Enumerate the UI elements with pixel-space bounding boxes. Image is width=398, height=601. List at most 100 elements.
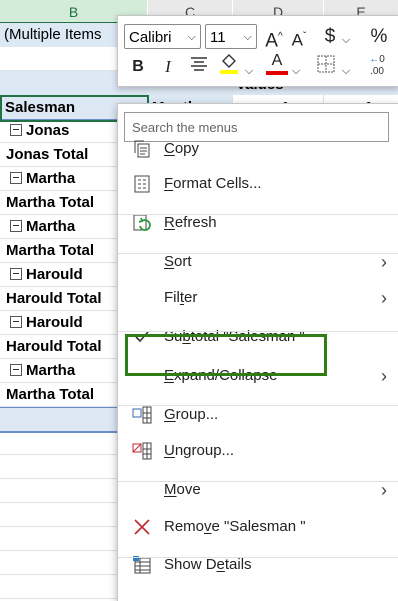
chevron-right-icon: › xyxy=(381,252,387,272)
menu-item-refresh[interactable]: Refresh xyxy=(118,206,398,240)
filter-cell[interactable]: (Multiple Items xyxy=(4,23,102,47)
collapse-icon[interactable] xyxy=(10,316,22,328)
pivot-row-name[interactable]: Martha xyxy=(10,359,75,383)
font-color-letter: A xyxy=(271,52,283,69)
label-text: tails xyxy=(224,556,252,573)
label-text: opy xyxy=(174,140,200,157)
format-cells-icon xyxy=(132,174,152,194)
chevron-right-icon: › xyxy=(381,366,387,386)
collapse-icon[interactable] xyxy=(10,172,22,184)
pivot-row-label: Martha Total xyxy=(6,194,95,211)
collapse-icon[interactable] xyxy=(10,220,22,232)
font-name-value: Calibri xyxy=(129,29,172,46)
chevron-down-icon[interactable]: ⌵ xyxy=(244,25,252,50)
access-key: U xyxy=(164,442,175,459)
group-icon xyxy=(132,405,152,425)
borders-icon[interactable] xyxy=(316,55,336,80)
font-size-box[interactable]: 11 ⌵ xyxy=(205,24,257,49)
access-key: C xyxy=(164,140,175,157)
pivot-row-label: Jonas Total xyxy=(6,146,89,163)
pivot-row-total[interactable]: Jonas Total xyxy=(6,143,88,167)
salesman-header[interactable]: Salesman xyxy=(5,96,75,120)
menu-item-sort[interactable]: Sort › xyxy=(118,245,398,279)
pivot-row-name[interactable]: Martha xyxy=(10,167,75,191)
italic-icon[interactable]: I xyxy=(158,55,178,79)
pivot-row-label: Jonas xyxy=(26,122,70,139)
menu-item-group[interactable]: Group... xyxy=(118,398,398,432)
pivot-row-label: Martha xyxy=(26,218,76,235)
menu-separator xyxy=(118,331,398,332)
menu-item-label: Move xyxy=(164,473,201,507)
shrink-font-icon[interactable]: Aˇ xyxy=(288,25,310,53)
font-name-box[interactable]: Calibri ⌵ xyxy=(124,24,201,49)
refresh-icon xyxy=(132,213,152,233)
menu-item-label: Refresh xyxy=(164,206,217,240)
menu-item-label: Remove "Salesman " xyxy=(164,510,306,544)
menu-item-label: Ungroup... xyxy=(164,434,234,468)
font-size-value: 11 xyxy=(210,29,226,46)
collapse-icon[interactable] xyxy=(10,364,22,376)
menu-separator xyxy=(118,557,398,558)
pivot-row-label: Harould xyxy=(26,266,83,283)
collapse-icon[interactable] xyxy=(10,124,22,136)
pivot-row-name[interactable]: Martha xyxy=(10,215,75,239)
menu-item-copy[interactable]: Copy xyxy=(118,132,398,166)
pivot-row-label: Martha xyxy=(26,362,76,379)
pivot-row-name[interactable]: Harould xyxy=(10,263,83,287)
menu-item-ungroup[interactable]: Ungroup... xyxy=(118,434,398,468)
menu-item-format-cells[interactable]: Format Cells... xyxy=(118,167,398,201)
label-text: Fil xyxy=(164,289,180,306)
chevron-down-icon[interactable]: ⌵ xyxy=(188,25,196,50)
context-menu: Search the menus Copy Format Cells... Refr… xyxy=(117,103,398,601)
access-key: M xyxy=(164,481,177,498)
pivot-row-total[interactable]: Martha Total xyxy=(6,239,94,263)
label-text: roup... xyxy=(175,406,219,423)
label-text: ort xyxy=(174,253,192,270)
menu-separator xyxy=(118,214,398,215)
menu-separator xyxy=(118,253,398,254)
ungroup-icon xyxy=(132,441,152,461)
percent-icon[interactable]: % xyxy=(368,25,390,49)
pivot-row-label: Martha xyxy=(26,170,76,187)
menu-item-show-details[interactable]: Show Details xyxy=(118,548,398,582)
chevron-down-icon[interactable]: ⌵ xyxy=(340,28,352,52)
menu-item-move[interactable]: Move › xyxy=(118,473,398,507)
label-text: efresh xyxy=(174,214,217,231)
decrease-decimal-icon[interactable]: ←0.00 xyxy=(362,54,392,78)
access-key: v xyxy=(204,518,212,535)
chevron-down-icon[interactable]: ⌵ xyxy=(243,59,255,83)
menu-item-label: Copy xyxy=(164,132,199,166)
grow-font-icon[interactable]: A^ xyxy=(263,25,285,53)
menu-separator xyxy=(118,405,398,406)
pivot-row-total[interactable]: Harould Total xyxy=(6,287,102,311)
copy-icon xyxy=(132,139,152,159)
menu-separator xyxy=(118,481,398,482)
menu-item-label: Sort xyxy=(164,245,192,279)
mini-toolbar: Calibri ⌵ 11 ⌵ A^ Aˇ $ ⌵ % B I ⌵ A ⌵ ⌵ ←… xyxy=(117,15,398,87)
pivot-row-total[interactable]: Martha Total xyxy=(6,383,94,407)
collapse-icon[interactable] xyxy=(10,268,22,280)
fill-color-icon[interactable] xyxy=(218,53,240,82)
currency-icon[interactable]: $ xyxy=(321,25,339,49)
access-key: R xyxy=(164,214,175,231)
access-key: e xyxy=(216,556,225,573)
menu-item-filter[interactable]: Filter › xyxy=(118,281,398,315)
align-center-icon[interactable] xyxy=(188,55,210,79)
menu-item-label: Filter xyxy=(164,281,197,315)
font-color-icon[interactable]: A xyxy=(266,53,288,75)
bold-icon[interactable]: B xyxy=(128,55,148,79)
chevron-down-icon[interactable]: ⌵ xyxy=(290,59,302,83)
access-key: G xyxy=(164,406,176,423)
menu-item-remove-salesman[interactable]: Remove "Salesman " xyxy=(118,510,398,544)
label-text: Remo xyxy=(164,518,205,535)
pivot-row-label: Martha Total xyxy=(6,242,95,259)
pivot-row-name[interactable]: Harould xyxy=(10,311,83,335)
pivot-row-total[interactable]: Harould Total xyxy=(6,335,102,359)
pivot-row-total[interactable]: Martha Total xyxy=(6,191,94,215)
chevron-down-icon[interactable]: ⌵ xyxy=(340,59,352,83)
pivot-row-label: Harould Total xyxy=(6,290,102,307)
access-key: S xyxy=(164,253,175,270)
label-text: Show D xyxy=(164,556,217,573)
pivot-row-name[interactable]: Jonas xyxy=(10,119,69,143)
menu-item-label: Format Cells... xyxy=(164,167,262,201)
